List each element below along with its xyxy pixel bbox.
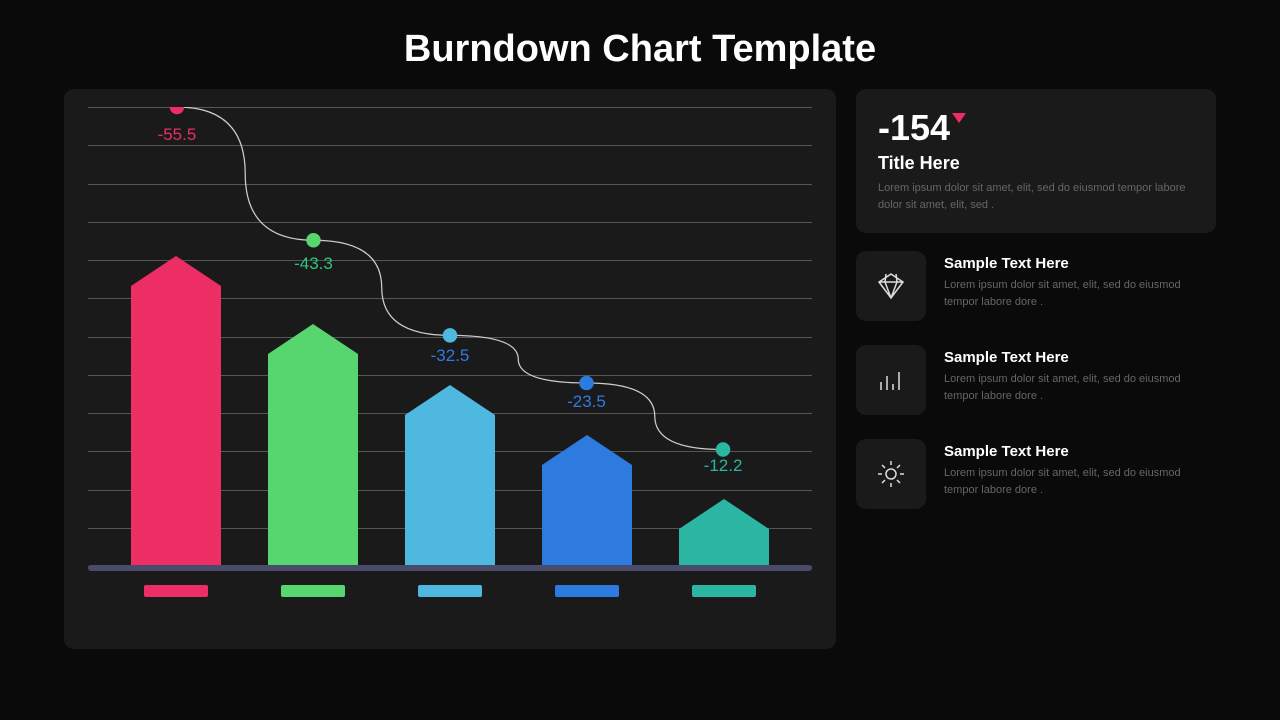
feature-row: Sample Text Here Lorem ipsum dolor sit a… (856, 345, 1216, 415)
stat-desc: Lorem ipsum dolor sit amet, elit, sed do… (878, 180, 1194, 213)
data-label: -12.2 (704, 456, 743, 476)
diamond-icon (856, 251, 926, 321)
chart-area: -55.5 -43.3 -32.5 -23.5 -12.2 (88, 107, 812, 567)
feature-row: Sample Text Here Lorem ipsum dolor sit a… (856, 251, 1216, 321)
stat-value: -154 (878, 107, 950, 149)
legend-swatch (692, 585, 756, 597)
legend-row (88, 567, 812, 597)
feature-desc: Lorem ipsum dolor sit amet, elit, sed do… (944, 465, 1216, 498)
feature-title: Sample Text Here (944, 255, 1216, 272)
page-title: Burndown Chart Template (0, 0, 1280, 89)
chart-panel: -55.5 -43.3 -32.5 -23.5 -12.2 (64, 89, 836, 649)
bar-4 (542, 465, 632, 567)
legend-swatch (144, 585, 208, 597)
feature-desc: Lorem ipsum dolor sit amet, elit, sed do… (944, 371, 1216, 404)
legend-swatch (555, 585, 619, 597)
bar-3 (405, 415, 495, 567)
data-label: -32.5 (431, 346, 470, 366)
data-label: -55.5 (158, 125, 197, 145)
legend-swatch (418, 585, 482, 597)
right-column: -154 Title Here Lorem ipsum dolor sit am… (856, 89, 1216, 649)
feature-desc: Lorem ipsum dolor sit amet, elit, sed do… (944, 277, 1216, 310)
data-label: -43.3 (294, 254, 333, 274)
x-axis-line (88, 565, 812, 571)
stat-card: -154 Title Here Lorem ipsum dolor sit am… (856, 89, 1216, 233)
gear-icon (856, 439, 926, 509)
bars-container (88, 107, 812, 567)
feature-title: Sample Text Here (944, 349, 1216, 366)
bar-2 (268, 354, 358, 567)
feature-title: Sample Text Here (944, 443, 1216, 460)
bar-1 (131, 286, 221, 567)
bars-icon (856, 345, 926, 415)
stat-title: Title Here (878, 153, 1194, 174)
legend-swatch (281, 585, 345, 597)
feature-row: Sample Text Here Lorem ipsum dolor sit a… (856, 439, 1216, 509)
down-triangle-icon (952, 113, 966, 123)
bar-5 (679, 529, 769, 567)
main-row: -55.5 -43.3 -32.5 -23.5 -12.2 -154 Title Her… (0, 89, 1280, 649)
data-label: -23.5 (567, 392, 606, 412)
features-list: Sample Text Here Lorem ipsum dolor sit a… (856, 251, 1216, 533)
